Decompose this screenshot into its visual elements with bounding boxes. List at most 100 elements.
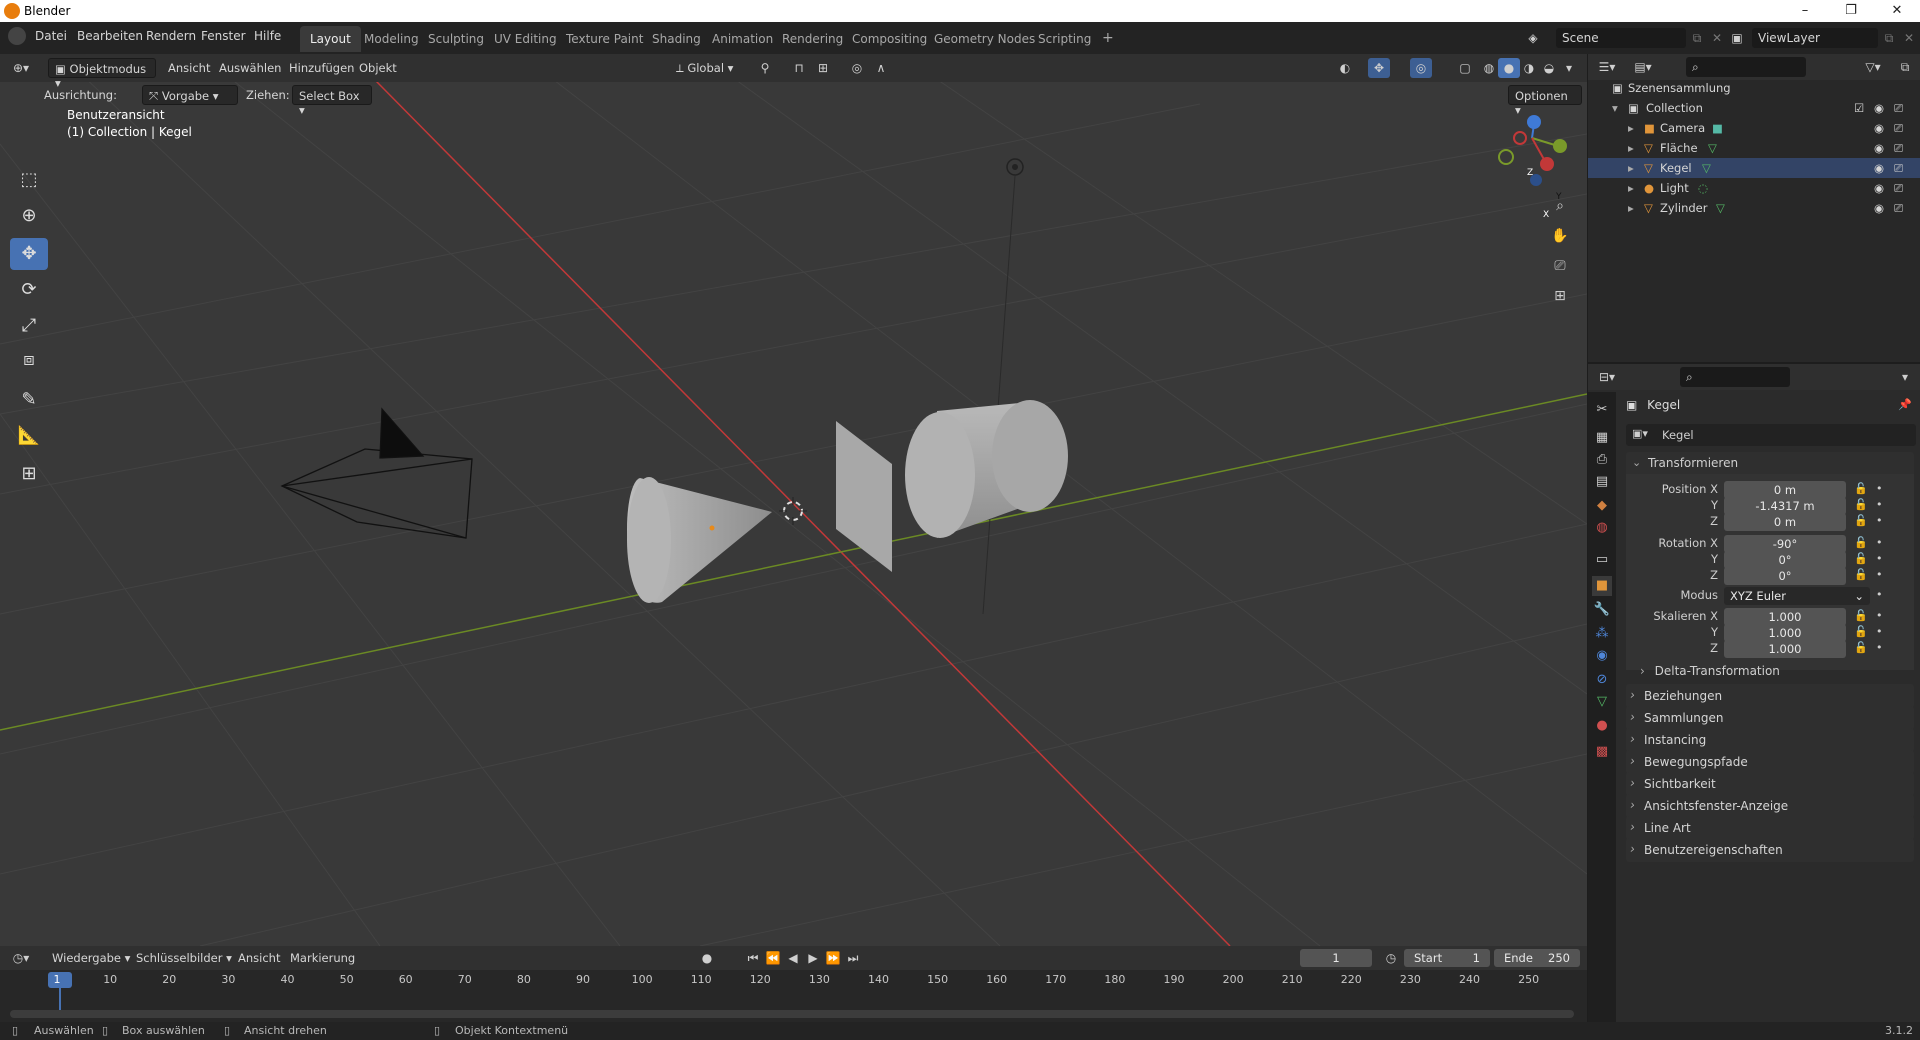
lock-icon[interactable]: 🔓 [1854, 498, 1868, 511]
zoom-icon[interactable]: ⌕ [1549, 196, 1571, 216]
pan-hand-icon[interactable]: ✋ [1549, 226, 1571, 246]
tab-scripting[interactable]: Scripting [1028, 26, 1101, 52]
tab-compositing[interactable]: Compositing [842, 26, 937, 52]
render-camera-icon[interactable]: ⎚ [1894, 121, 1903, 136]
outliner-row-flaeche[interactable]: ▸ ▽ Fläche ▽ ◉ ⎚ [1588, 138, 1920, 158]
eye-icon[interactable]: ◉ [1874, 201, 1884, 215]
shading-solid-icon[interactable]: ● [1498, 58, 1520, 78]
measure-tool[interactable]: 📐 [10, 420, 48, 452]
camera-object[interactable] [280, 407, 473, 539]
texture-tab-icon[interactable]: ▩ [1592, 742, 1612, 762]
expand-arrow-icon[interactable]: ▸ [1628, 121, 1634, 135]
section-sichtbarkeit[interactable]: › Sichtbarkeit [1626, 772, 1914, 796]
scale-tool[interactable]: ⤢ [10, 310, 48, 342]
add-workspace-button[interactable]: + [1092, 26, 1124, 52]
cursor-tool[interactable]: ⊕ [10, 200, 48, 232]
tab-layout[interactable]: Layout [300, 26, 361, 52]
lock-icon[interactable]: 🔓 [1854, 552, 1868, 565]
cylinder-object[interactable] [905, 400, 1068, 538]
shading-material-icon[interactable]: ◑ [1518, 58, 1540, 78]
menu-auswaehlen[interactable]: Auswählen [213, 58, 287, 78]
render-camera-icon[interactable]: ⎚ [1894, 161, 1903, 176]
viewlayer-remove-icon[interactable]: ✕ [1898, 28, 1920, 48]
expand-arrow-icon[interactable]: ▸ [1628, 141, 1634, 155]
rotation-z-field[interactable]: 0° [1724, 567, 1846, 585]
tool-tab-icon[interactable]: ✂ [1592, 400, 1612, 420]
light-object[interactable] [982, 158, 1024, 615]
keyframe-dot-icon[interactable]: • [1876, 625, 1883, 638]
menu-rendern[interactable]: Rendern [146, 29, 196, 43]
ausrichtung-dropdown[interactable]: ⤧ Vorgabe ▾ [142, 85, 238, 105]
collection-eye-icon[interactable]: ◉ [1874, 101, 1884, 115]
view-layer-tab-icon[interactable]: ▤ [1592, 472, 1612, 492]
select-box-tool[interactable]: ⬚ [10, 164, 48, 196]
expand-arrow-icon[interactable]: ▸ [1628, 201, 1634, 215]
keyframe-dot-icon[interactable]: • [1876, 609, 1883, 622]
proportional-edit-icon[interactable]: ◎ [846, 58, 868, 78]
render-tab-icon[interactable]: ▦ [1592, 428, 1612, 448]
3d-viewport[interactable]: Z Y X ⊕▾ ▣ Objektmodus ▾ Ansicht Auswähl… [0, 54, 1587, 946]
maximize-button[interactable]: ❐ [1828, 0, 1874, 22]
shading-wireframe-icon[interactable]: ◍ [1478, 58, 1500, 78]
editor-type-icon[interactable]: ⊕▾ [10, 58, 32, 78]
render-camera-icon[interactable]: ⎚ [1894, 201, 1903, 216]
properties-search-field[interactable]: ⌕ [1680, 367, 1790, 387]
scene-remove-icon[interactable]: ✕ [1706, 28, 1728, 48]
snap-icon[interactable]: ⊓ [788, 58, 810, 78]
outliner-row-kegel[interactable]: ▸ ▽ Kegel ▽ ◉ ⎚ [1588, 158, 1920, 178]
scale-z-field[interactable]: 1.000 [1724, 640, 1846, 658]
outliner-row-collection[interactable]: ▾ ▣ Collection ☑ ◉ ⎚ [1588, 98, 1920, 118]
3d-cursor[interactable] [779, 497, 807, 525]
keyframe-dot-icon[interactable]: • [1876, 568, 1883, 581]
viewlayer-selector-icon[interactable]: ▣ [1726, 28, 1748, 48]
output-tab-icon[interactable]: ⎙ [1592, 450, 1612, 470]
keyframe-dot-icon[interactable]: • [1876, 588, 1883, 601]
pivot-point-icon[interactable]: ⚲ [754, 58, 776, 78]
viewport-scene[interactable] [0, 54, 1587, 946]
scene-tab-icon[interactable]: ◆ [1592, 496, 1612, 516]
position-z-field[interactable]: 0 m [1724, 513, 1846, 531]
lock-icon[interactable]: 🔓 [1854, 609, 1868, 622]
falloff-icon[interactable]: ∧ [870, 58, 892, 78]
shading-options-icon[interactable]: ▾ [1558, 58, 1580, 78]
keyframe-dot-icon[interactable]: • [1876, 498, 1883, 511]
collection-tab-icon[interactable]: ▭ [1592, 550, 1612, 570]
orientation-dropdown[interactable]: ⟂ Global ▾ [670, 58, 739, 78]
menu-datei[interactable]: Datei [35, 29, 67, 43]
scene-selector-icon[interactable]: ◈ [1522, 28, 1544, 48]
menu-hinzufuegen[interactable]: Hinzufügen [283, 58, 360, 78]
scene-new-icon[interactable]: ⧉ [1686, 28, 1708, 48]
collection-checkbox-icon[interactable]: ☑ [1854, 101, 1864, 115]
mode-dropdown[interactable]: ▣ Objektmodus ▾ [48, 58, 156, 90]
eye-icon[interactable]: ◉ [1874, 141, 1884, 155]
plane-object[interactable] [836, 421, 892, 572]
keyframe-dot-icon[interactable]: • [1876, 482, 1883, 495]
lock-icon[interactable]: 🔓 [1854, 514, 1868, 527]
object-datablock-field[interactable]: ▣▾ Kegel [1626, 424, 1916, 446]
physics-tab-icon[interactable]: ◉ [1592, 646, 1612, 666]
menu-bearbeiten[interactable]: Bearbeiten [77, 29, 143, 43]
gizmo-toggle-icon[interactable]: ✥ [1368, 58, 1390, 78]
menu-objekt[interactable]: Objekt [353, 58, 403, 78]
render-camera-icon[interactable]: ⎚ [1894, 181, 1903, 196]
snap-target-icon[interactable]: ⊞ [812, 58, 834, 78]
particles-tab-icon[interactable]: ⁂ [1592, 624, 1612, 644]
constraints-tab-icon[interactable]: ⊘ [1592, 670, 1612, 690]
outliner-row-camera[interactable]: ▸ ■ Camera ■ ◉ ⎚ [1588, 118, 1920, 138]
lock-icon[interactable]: 🔓 [1854, 568, 1868, 581]
modifier-tab-icon[interactable]: 🔧 [1592, 600, 1612, 620]
outliner-row-scene-collection[interactable]: ▣ Szenensammlung [1588, 78, 1920, 98]
keyframe-dot-icon[interactable]: • [1876, 641, 1883, 654]
delta-transform-subpanel[interactable]: › Delta-Transformation [1640, 664, 1780, 678]
section-bewegungspfade[interactable]: › Bewegungspfade [1626, 750, 1914, 774]
outliner-editor-type-icon[interactable]: ☰▾ [1596, 57, 1618, 77]
tab-uv-editing[interactable]: UV Editing [484, 26, 567, 52]
keyframe-dot-icon[interactable]: • [1876, 514, 1883, 527]
minimize-button[interactable]: – [1782, 0, 1828, 22]
object-tab-icon[interactable]: ■ [1592, 576, 1612, 596]
outliner-filter-icon[interactable]: ▽▾ [1862, 57, 1884, 77]
transform-tool[interactable]: ⧈ [10, 344, 48, 376]
overlay-toggle-icon[interactable]: ◎ [1410, 58, 1432, 78]
blender-menu-icon[interactable] [8, 27, 26, 45]
tab-texture-paint[interactable]: Texture Paint [556, 26, 653, 52]
